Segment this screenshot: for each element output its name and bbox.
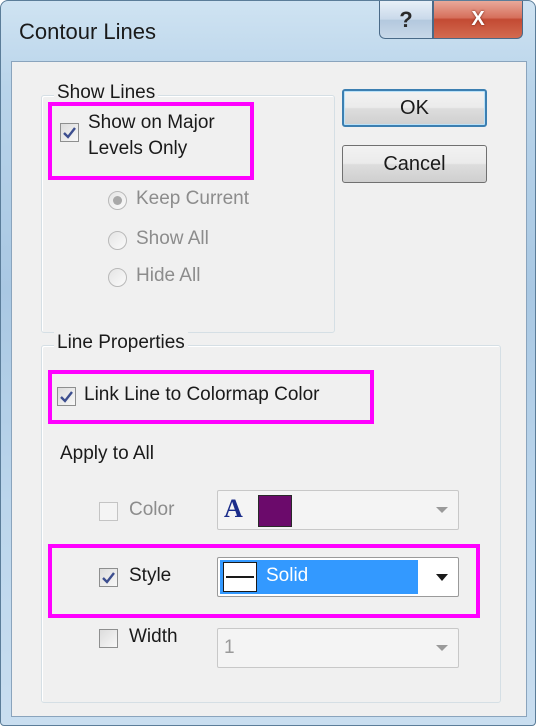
close-icon: X <box>471 8 485 30</box>
help-icon: ? <box>399 6 413 32</box>
highlight-major-only <box>48 102 254 180</box>
highlight-link-colormap <box>48 370 374 424</box>
width-value: 1 <box>224 637 235 658</box>
radio-show-all[interactable] <box>108 231 127 250</box>
ok-button[interactable]: OK <box>342 89 487 127</box>
radio-hide-all[interactable] <box>108 268 127 287</box>
close-button[interactable]: X <box>433 1 523 39</box>
font-color-icon: A <box>224 494 243 523</box>
chevron-down-icon[interactable] <box>436 507 448 513</box>
chevron-down-icon[interactable] <box>436 645 448 651</box>
dialog-window: Contour Lines ? X Show Lines Show on Maj… <box>0 0 536 726</box>
radio-keep-current[interactable] <box>108 191 127 210</box>
radio-keep-current-label: Keep Current <box>136 188 250 209</box>
title-bar[interactable]: Contour Lines ? X <box>1 1 535 61</box>
apply-to-all-label: Apply to All <box>60 443 154 464</box>
help-button[interactable]: ? <box>379 1 433 39</box>
width-checkbox[interactable] <box>99 629 118 648</box>
line-properties-group-label: Line Properties <box>54 332 188 354</box>
color-dropdown[interactable]: A <box>217 490 459 530</box>
width-label: Width <box>129 626 178 647</box>
show-lines-group-label: Show Lines <box>54 82 159 104</box>
radio-show-all-label: Show All <box>136 228 209 249</box>
dialog-client-area: Show Lines Show on Major Levels Only Kee… <box>11 61 527 717</box>
highlight-style-row <box>48 544 480 618</box>
radio-hide-all-label: Hide All <box>136 265 201 286</box>
radio-selected-dot <box>113 196 122 205</box>
dialog-title: Contour Lines <box>19 19 156 44</box>
width-dropdown[interactable]: 1 <box>217 628 459 668</box>
cancel-button[interactable]: Cancel <box>342 145 487 183</box>
color-checkbox[interactable] <box>99 502 118 521</box>
color-swatch <box>258 495 292 527</box>
color-label: Color <box>129 499 175 520</box>
